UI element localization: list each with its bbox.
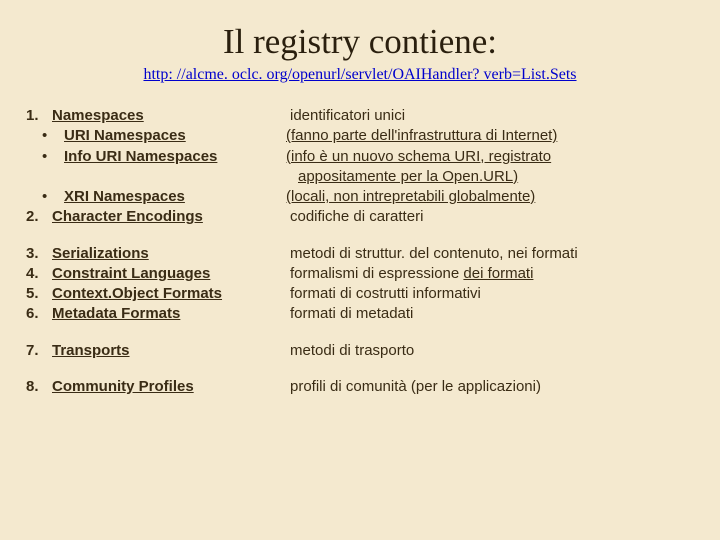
item-label: Namespaces: [52, 107, 144, 124]
item-desc: identificatori unici: [290, 106, 694, 126]
item-desc: formati di metadati: [290, 304, 694, 324]
bullet-icon: •: [42, 147, 64, 167]
item-number: 3.: [26, 244, 52, 264]
page-title: Il registry contiene:: [26, 22, 694, 62]
item-label: Context.Object Formats: [52, 285, 222, 302]
registry-url[interactable]: http: //alcme. oclc. org/openurl/servlet…: [26, 66, 694, 84]
subitem-label: URI Namespaces: [64, 127, 186, 144]
item-label: Metadata Formats: [52, 305, 180, 322]
item-constraint-languages: 4. Constraint Languages formalismi di es…: [26, 264, 694, 284]
item-desc: metodi di trasporto: [290, 341, 694, 361]
item-number: 2.: [26, 207, 52, 227]
item-contextobject-formats: 5. Context.Object Formats formati di cos…: [26, 284, 694, 304]
item-community-profiles: 8. Community Profiles profili di comunit…: [26, 377, 694, 397]
item-number: 5.: [26, 284, 52, 304]
namespaces-sublist: • URI Namespaces (fanno parte dell'infra…: [42, 126, 694, 207]
registry-url-text: http: //alcme. oclc. org/openurl/servlet…: [143, 66, 576, 83]
bullet-icon: •: [42, 187, 64, 207]
subitem-info-uri-note: appositamente per la Open.URL): [42, 167, 694, 187]
item-namespaces: 1. Namespaces identificatori unici: [26, 106, 694, 126]
subitem-xri-namespaces: • XRI Namespaces (locali, non intrepreta…: [42, 187, 694, 207]
item-label: Serializations: [52, 245, 149, 262]
item-label: Character Encodings: [52, 208, 203, 225]
item-number: 1.: [26, 106, 52, 126]
registry-list: 1. Namespaces identificatori unici • URI…: [26, 106, 694, 397]
item-metadata-formats: 6. Metadata Formats formati di metadati: [26, 304, 694, 324]
item-number: 4.: [26, 264, 52, 284]
item-desc: formalismi di espressione dei formati: [290, 264, 694, 284]
subitem-desc: (info è un nuovo schema URI, registrato: [286, 147, 694, 167]
subitem-info-uri-namespaces: • Info URI Namespaces (info è un nuovo s…: [42, 147, 694, 167]
subitem-uri-namespaces: • URI Namespaces (fanno parte dell'infra…: [42, 126, 694, 146]
item-character-encodings: 2. Character Encodings codifiche di cara…: [26, 207, 694, 227]
item-desc: codifiche di caratteri: [290, 207, 694, 227]
item-number: 6.: [26, 304, 52, 324]
subitem-desc-cont: appositamente per la Open.URL): [286, 167, 694, 187]
subitem-desc: (fanno parte dell'infrastruttura di Inte…: [286, 126, 694, 146]
item-label: Constraint Languages: [52, 265, 210, 282]
item-desc: formati di costrutti informativi: [290, 284, 694, 304]
item-desc: profili di comunità (per le applicazioni…: [290, 377, 694, 397]
item-label: Transports: [52, 342, 130, 359]
subitem-label: XRI Namespaces: [64, 188, 185, 205]
item-desc: metodi di struttur. del contenuto, nei f…: [290, 244, 694, 264]
subitem-desc: (locali, non intrepretabili globalmente): [286, 187, 694, 207]
item-serializations: 3. Serializations metodi di struttur. de…: [26, 244, 694, 264]
item-label: Community Profiles: [52, 378, 194, 395]
item-number: 8.: [26, 377, 52, 397]
item-transports: 7. Transports metodi di trasporto: [26, 341, 694, 361]
subitem-label: Info URI Namespaces: [64, 148, 217, 165]
item-number: 7.: [26, 341, 52, 361]
bullet-icon: •: [42, 126, 64, 146]
